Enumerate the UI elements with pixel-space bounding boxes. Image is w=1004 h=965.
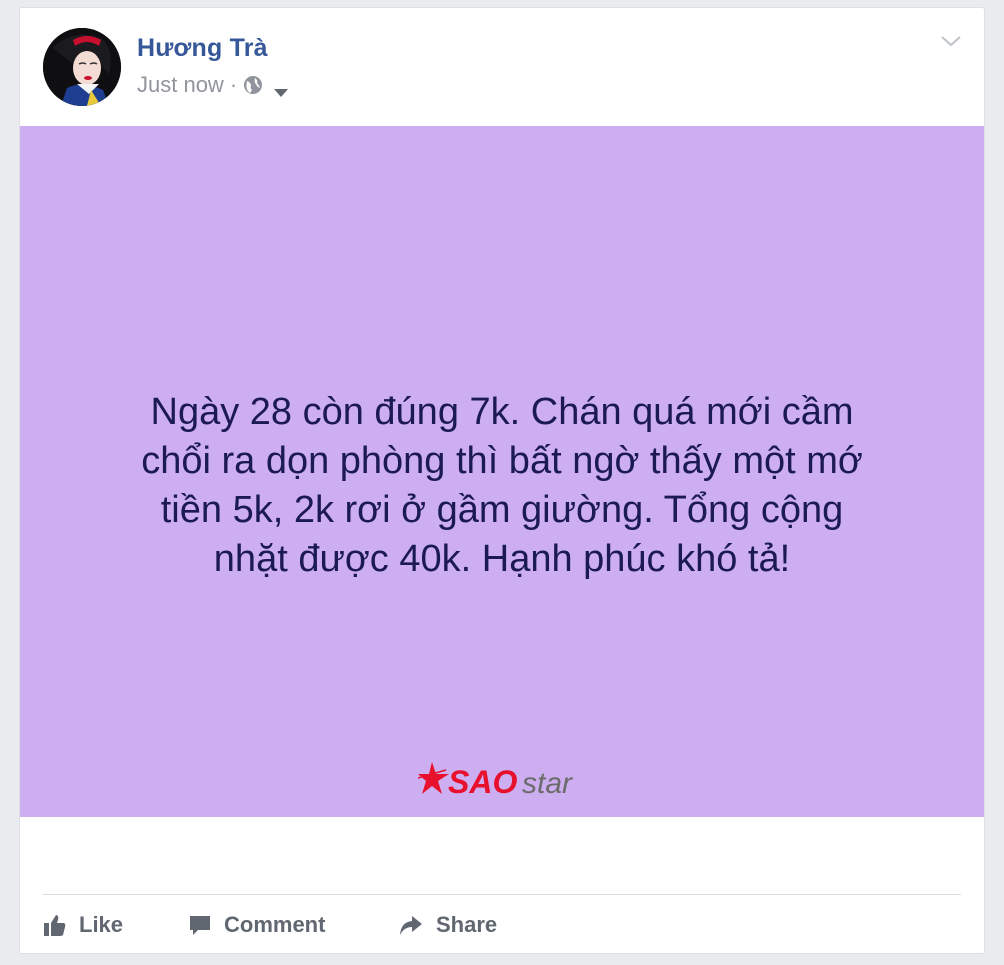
post-text-line: tiền 5k, 2k rơi ở gầm giường. Tổng cộng (160, 489, 844, 531)
timestamp-link[interactable]: Just now (137, 72, 224, 98)
post-card: Hương Trà Just now · Ngày 28 còn đúng 7k… (19, 7, 985, 954)
comment-icon (190, 916, 210, 935)
like-label: Like (79, 912, 124, 937)
post-text-line: chổi ra dọn phòng thì bất ngờ thấy một m… (141, 440, 863, 482)
post-actions: Like Comment Share (43, 905, 497, 945)
privacy-dropdown-icon[interactable] (273, 79, 289, 97)
actions-divider (43, 894, 961, 895)
post-text-line: nhặt được 40k. Hạnh phúc khó tả! (213, 538, 791, 580)
thumbs-up-icon (44, 915, 66, 936)
meta-separator: · (229, 72, 238, 97)
author-name-link[interactable]: Hương Trà (137, 34, 268, 63)
post-text: Ngày 28 còn đúng 7k. Chán quá mới cầm ch… (60, 388, 944, 584)
globe-icon[interactable] (243, 75, 263, 95)
post-meta: Just now · (137, 72, 289, 98)
comment-button[interactable]: Comment (188, 912, 398, 938)
watermark-brand-red: SAO (448, 764, 517, 800)
post-text-line: Ngày 28 còn đúng 7k. Chán quá mới cầm (150, 391, 854, 433)
saostar-watermark: SAO star (417, 756, 582, 804)
post-header: Hương Trà Just now · (20, 8, 984, 126)
share-button[interactable]: Share (398, 912, 497, 938)
like-button[interactable]: Like (43, 912, 188, 938)
share-arrow-icon (400, 916, 422, 935)
watermark-brand-gray: star (522, 767, 573, 800)
avatar[interactable] (43, 28, 121, 106)
share-label: Share (436, 912, 498, 937)
post-background: Ngày 28 còn đúng 7k. Chán quá mới cầm ch… (20, 126, 984, 817)
chevron-down-icon[interactable] (940, 34, 962, 48)
avatar-image (43, 28, 121, 106)
comment-label: Comment (224, 912, 326, 937)
